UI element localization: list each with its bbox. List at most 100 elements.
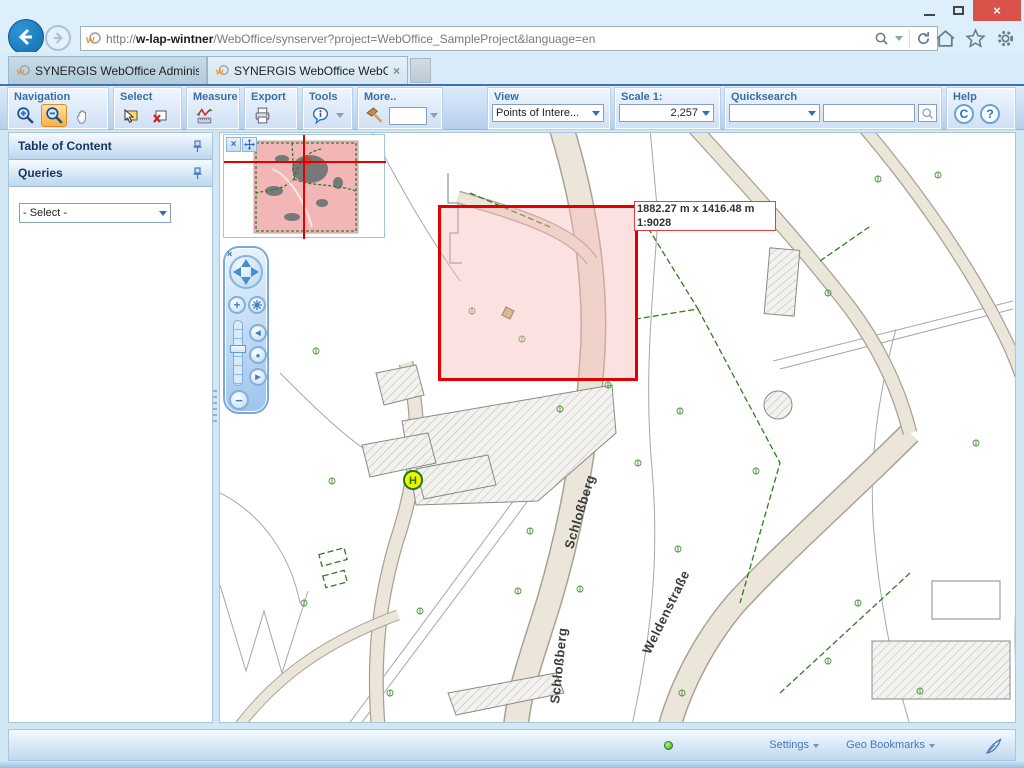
pin-icon[interactable] [192,140,203,153]
svg-text:w: w [215,66,224,77]
overview-close-button[interactable]: × [226,137,241,152]
geo-bookmarks-menu[interactable]: Geo Bookmarks [846,739,935,751]
overview-move-button[interactable] [242,137,257,152]
scale-select-value: 2,257 [623,107,698,119]
quicksearch-select[interactable] [729,104,820,122]
compass-pan-control[interactable] [229,255,263,289]
group-title: Quicksearch [726,89,940,104]
forward-button[interactable] [45,25,71,51]
scale-select[interactable]: 2,257 [619,104,714,122]
current-view-button[interactable]: ● [249,346,267,364]
zoom-out-button[interactable] [41,104,67,127]
widget-close-icon[interactable]: × [227,249,232,259]
chevron-down-icon [592,111,600,116]
toolbar-group-quicksearch: Quicksearch [725,88,941,129]
group-title: Help [948,89,1014,104]
toolbar-group-measure: Measure [187,88,239,129]
queries-select-value: - Select - [23,207,155,219]
back-button[interactable] [8,19,44,55]
browser-titlebar: w http://w-lap-wintner/WebOffice/synserv… [0,0,1024,52]
search-dropdown-icon[interactable] [895,36,903,41]
group-title: View [489,89,609,104]
address-bar[interactable]: w http://w-lap-wintner/WebOffice/synserv… [80,26,938,51]
tools-dropdown-icon[interactable] [336,113,344,118]
new-tab-button[interactable] [410,58,431,83]
edit-redline-button[interactable] [983,735,1005,762]
close-icon: × [993,3,1001,18]
search-icon[interactable] [874,31,889,46]
queries-select[interactable]: - Select - [19,203,171,223]
clear-selection-button[interactable] [147,104,173,127]
help-button[interactable]: ? [980,104,1000,124]
chevron-down-icon [159,211,167,216]
view-select[interactable]: Points of Intere... [492,104,604,122]
zoom-in-button[interactable] [12,104,38,127]
url-text: http://w-lap-wintner/WebOffice/synserver… [106,32,595,46]
tooltip-dimensions: 1882.27 m x 1416.48 m [637,202,773,216]
group-title: Export [246,89,296,104]
geo-bookmarks-label: Geo Bookmarks [846,739,925,751]
more-tools-button[interactable] [362,104,386,127]
pan-east-icon[interactable] [251,267,259,277]
more-dropdown-icon[interactable] [430,113,438,118]
pin-icon[interactable] [192,167,203,180]
print-button[interactable] [249,104,275,127]
pan-south-icon[interactable] [241,277,251,285]
copyright-button[interactable]: C [954,104,974,124]
pan-west-icon[interactable] [233,267,241,277]
overview-crosshair-vertical [303,135,305,239]
pan-north-icon[interactable] [241,259,251,267]
measure-button[interactable] [191,104,217,127]
zoom-in-widget-button[interactable]: + [228,296,246,314]
panel-splitter-handle[interactable] [213,390,217,426]
weboffice-favicon: w [85,31,101,47]
selection-rectangle[interactable] [438,205,638,381]
quicksearch-input[interactable] [823,104,915,122]
weboffice-favicon: w [16,64,30,78]
chevron-down-icon [808,111,816,116]
close-button[interactable]: × [973,0,1021,21]
bus-stop-marker[interactable]: H [404,471,422,489]
status-indicator [664,741,673,750]
zoom-slider-handle[interactable] [230,345,246,353]
previous-view-button[interactable]: ◀ [249,324,267,342]
chevron-down-icon [702,111,710,116]
forward-arrow-icon [51,31,65,45]
toolbar-group-export: Export [245,88,297,129]
minimize-button[interactable] [915,0,944,21]
refresh-icon[interactable] [916,31,931,46]
overview-map[interactable]: × [223,134,385,238]
panel-table-of-content[interactable]: Table of Content [9,133,212,160]
tab-weboffice-admin[interactable]: w SYNERGIS WebOffice Administ... [8,56,207,84]
group-title: More.. [359,89,441,104]
tooltip-scale: 1:9028 [637,216,773,230]
tab-title: SYNERGIS WebOffice WebO... [234,64,388,78]
more-select[interactable] [389,107,427,125]
bus-stop-label: H [409,475,417,487]
zoom-slider[interactable] [233,320,243,386]
group-title: Measure [188,89,238,104]
maximize-button[interactable] [944,0,973,21]
home-icon[interactable] [935,28,956,49]
divider [909,30,910,48]
next-view-button[interactable]: ▶ [249,368,267,386]
status-bar: Settings Geo Bookmarks [8,729,1016,761]
panel-queries[interactable]: Queries [9,160,212,187]
tab-weboffice-client[interactable]: w SYNERGIS WebOffice WebO... × [207,56,408,84]
tab-close-icon[interactable]: × [393,64,400,78]
window-frame-bottom [0,762,1024,768]
pan-button[interactable] [70,104,96,127]
tab-title: SYNERGIS WebOffice Administ... [35,64,199,78]
minimize-icon [924,14,935,16]
favorites-star-icon[interactable] [965,28,986,49]
zoom-out-widget-button[interactable]: − [229,390,249,410]
full-extent-button[interactable] [248,296,266,314]
clear-selection-icon [151,107,169,125]
printer-icon [253,106,272,125]
quicksearch-button[interactable] [918,104,937,122]
info-tool-button[interactable] [307,104,333,127]
settings-gear-icon[interactable] [995,28,1016,49]
select-button[interactable] [118,104,144,127]
pen-icon [983,735,1005,757]
settings-menu[interactable]: Settings [769,739,819,751]
